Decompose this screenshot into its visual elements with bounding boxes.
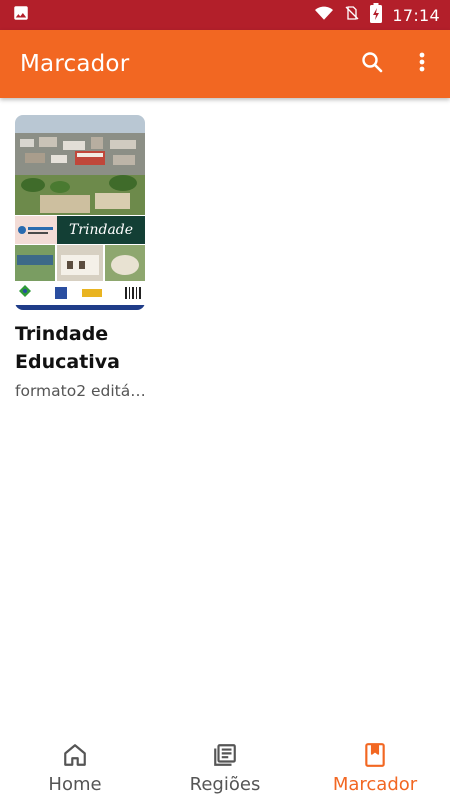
home-icon: [62, 742, 88, 772]
nav-label-home: Home: [48, 773, 102, 795]
no-sim-icon: [344, 4, 360, 26]
image-icon: [12, 4, 30, 26]
bookmark-icon: [362, 742, 388, 772]
wifi-icon: [314, 4, 334, 26]
search-button[interactable]: [358, 50, 386, 78]
card-title: Trindade Educativa: [15, 323, 120, 373]
content-area: Trindade Trindade Educativa formato2 edi…: [0, 98, 450, 736]
search-icon: [360, 50, 384, 78]
more-vertical-icon: [418, 50, 426, 78]
cover-title-text: Trindade: [69, 222, 133, 238]
more-options-button[interactable]: [408, 50, 436, 78]
status-time: 17:14: [392, 5, 440, 25]
magazine-cover-image[interactable]: Trindade: [15, 115, 145, 310]
app-bar: Marcador: [0, 30, 450, 98]
news-icon: [212, 742, 238, 772]
status-bar: 17:14: [0, 0, 450, 30]
page-title: Marcador: [20, 51, 130, 77]
nav-item-regioes[interactable]: Regiões: [150, 736, 300, 800]
card-subtitle: formato2 editável: [15, 382, 150, 400]
bookmark-card[interactable]: Trindade Trindade Educativa formato2 edi…: [15, 115, 150, 400]
bottom-navigation: Home Regiões Marcador: [0, 736, 450, 800]
battery-charging-icon: [370, 3, 383, 27]
nav-label-marcador: Marcador: [332, 773, 418, 795]
nav-label-regioes: Regiões: [189, 773, 261, 795]
nav-item-home[interactable]: Home: [0, 736, 150, 800]
nav-item-marcador[interactable]: Marcador: [300, 736, 450, 800]
